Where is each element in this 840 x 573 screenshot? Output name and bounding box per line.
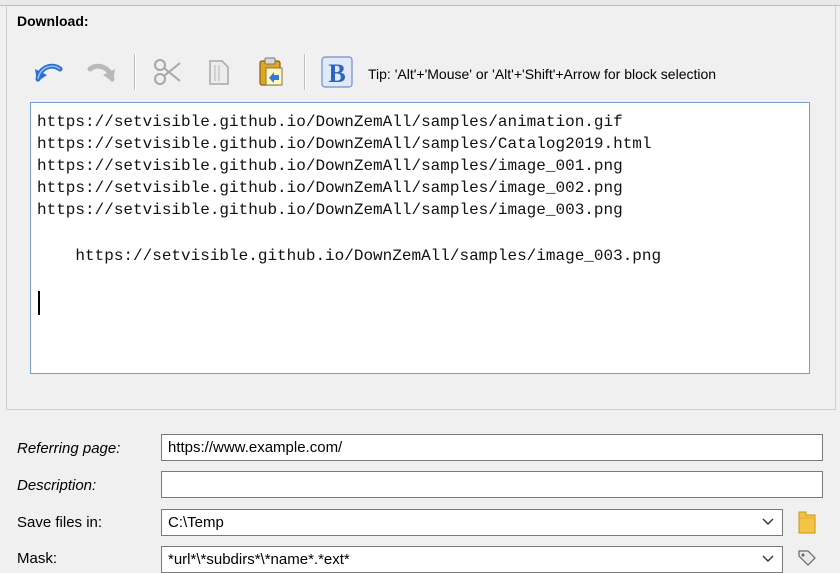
download-section-title: Download:	[17, 13, 89, 29]
edit-tag-icon	[798, 550, 816, 566]
mask-label: Mask:	[17, 550, 58, 567]
copy-icon	[209, 60, 229, 85]
chevron-down-icon[interactable]	[760, 513, 776, 531]
block-selection-tip: Tip: 'Alt'+'Mouse' or 'Alt'+'Shift'+Arro…	[368, 66, 717, 82]
undo-icon	[35, 63, 63, 82]
text-caret	[38, 291, 40, 315]
editor-line: https://setvisible.github.io/DownZemAll/…	[37, 157, 623, 175]
referring-page-label: Referring page:	[17, 440, 121, 457]
bold-button[interactable]: B	[318, 52, 356, 92]
copy-button[interactable]	[200, 52, 238, 92]
editor-toolbar: B Tip: 'Alt'+'Mouse' or 'Alt'+'Shift'+Ar…	[30, 52, 790, 96]
description-label: Description:	[17, 477, 97, 494]
referring-page-input[interactable]: https://www.example.com/	[161, 434, 823, 461]
editor-line: https://setvisible.github.io/DownZemAll/…	[37, 201, 623, 219]
editor-line: https://setvisible.github.io/DownZemAll/…	[37, 113, 623, 131]
svg-text:B: B	[328, 59, 345, 88]
edit-mask-button[interactable]	[794, 546, 820, 572]
save-folder-combo[interactable]: C:\Temp	[161, 509, 783, 536]
description-input[interactable]	[161, 471, 823, 498]
save-folder-value: C:\Temp	[168, 514, 224, 531]
editor-line: https://setvisible.github.io/DownZemAll/…	[37, 135, 652, 153]
paste-icon	[259, 57, 283, 86]
folder-icon	[798, 511, 816, 534]
toolbar-separator	[304, 54, 306, 90]
bold-b-icon: B	[321, 56, 353, 88]
chevron-down-icon[interactable]	[760, 550, 776, 568]
url-editor[interactable]: https://setvisible.github.io/DownZemAll/…	[30, 102, 810, 374]
toolbar-separator	[134, 54, 136, 90]
cut-button[interactable]	[148, 52, 186, 92]
undo-button[interactable]	[30, 52, 68, 92]
cut-icon	[154, 59, 181, 85]
browse-folder-button[interactable]	[794, 509, 820, 535]
redo-icon	[87, 63, 115, 82]
redo-button[interactable]	[82, 52, 120, 92]
save-files-label: Save files in:	[17, 514, 103, 531]
paste-button[interactable]	[252, 52, 290, 92]
editor-line: https://setvisible.github.io/DownZemAll/…	[37, 179, 623, 197]
editor-line: https://setvisible.github.io/DownZemAll/…	[37, 247, 662, 265]
